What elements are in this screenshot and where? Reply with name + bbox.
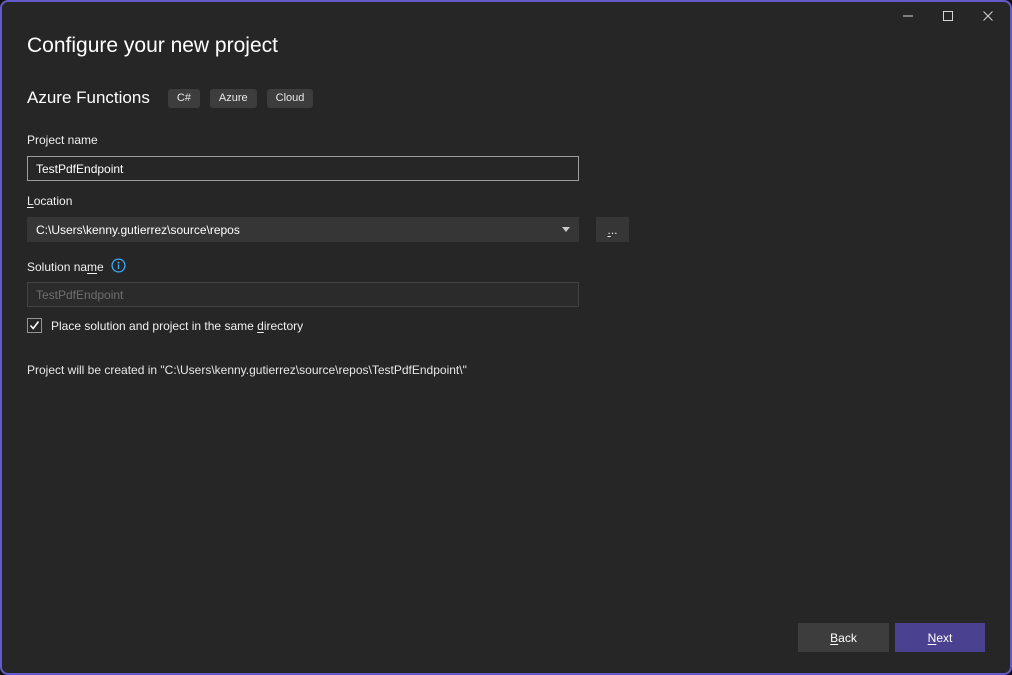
template-row: Azure Functions C# Azure Cloud: [27, 88, 323, 108]
minimize-button[interactable]: [888, 2, 928, 32]
location-row: C:\Users\kenny.gutierrez\source\repos ..…: [27, 217, 629, 242]
tag-type: Cloud: [267, 89, 314, 108]
project-name-label: Project name: [27, 133, 98, 147]
titlebar-controls: [888, 2, 1008, 32]
tag-platform: Azure: [210, 89, 257, 108]
solution-name-label: Solution name: [27, 260, 104, 274]
created-in-text: Project will be created in "C:\Users\ken…: [27, 363, 467, 377]
maximize-icon: [942, 10, 954, 25]
page-title: Configure your new project: [27, 34, 278, 58]
browse-location-button[interactable]: ...: [596, 217, 629, 242]
template-name: Azure Functions: [27, 88, 150, 108]
same-directory-label: Place solution and project in the same d…: [51, 319, 303, 333]
close-icon: [982, 10, 994, 25]
chevron-down-icon: [562, 227, 570, 232]
solution-name-label-row: Solution name: [27, 258, 126, 276]
project-name-input[interactable]: [27, 156, 579, 181]
tag-language: C#: [168, 89, 200, 108]
back-button[interactable]: Back: [798, 623, 889, 652]
same-directory-checkbox[interactable]: [27, 318, 42, 333]
configure-project-dialog: Configure your new project Azure Functio…: [0, 0, 1012, 675]
location-label: Location: [27, 194, 72, 208]
maximize-button[interactable]: [928, 2, 968, 32]
minimize-icon: [902, 10, 914, 25]
next-button[interactable]: Next: [895, 623, 985, 652]
location-combobox[interactable]: C:\Users\kenny.gutierrez\source\repos: [27, 217, 579, 242]
same-directory-row[interactable]: Place solution and project in the same d…: [27, 318, 303, 333]
info-icon[interactable]: [111, 258, 126, 276]
close-button[interactable]: [968, 2, 1008, 32]
solution-name-input: [27, 282, 579, 307]
location-value: C:\Users\kenny.gutierrez\source\repos: [36, 223, 562, 237]
